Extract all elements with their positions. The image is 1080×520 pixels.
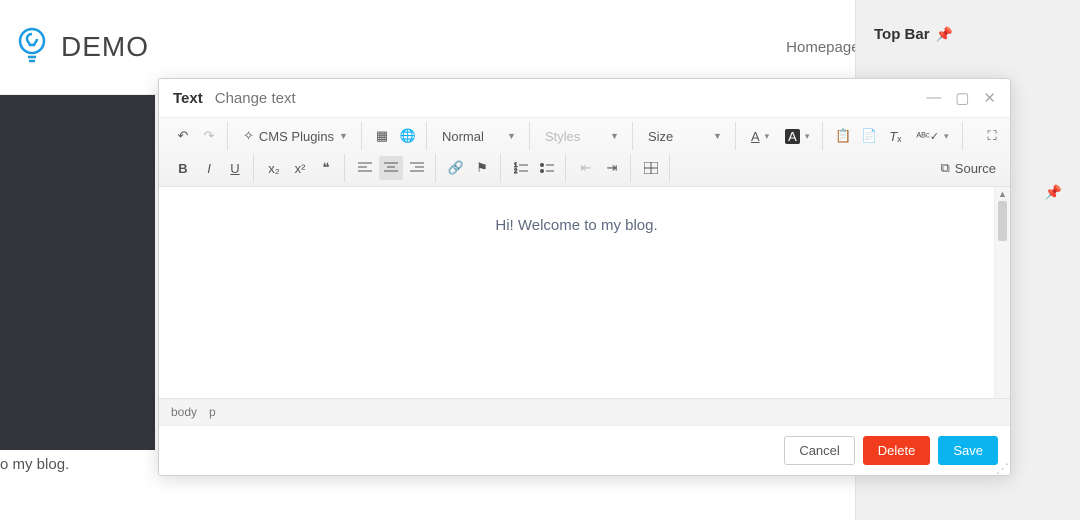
underline-button[interactable]: U <box>223 156 247 180</box>
svg-text:2: 2 <box>514 169 518 174</box>
italic-button[interactable]: I <box>197 156 221 180</box>
cms-plugins-dropdown[interactable]: ✧ CMS Plugins ▼ <box>236 124 355 148</box>
blog-text-snippet: o my blog. <box>0 456 69 473</box>
paste-word-icon[interactable]: 📄 <box>857 124 881 148</box>
scroll-up-icon[interactable]: ▲ <box>995 187 1010 201</box>
element-path: body p <box>159 398 1010 425</box>
save-button[interactable]: Save <box>938 436 998 465</box>
editor-content[interactable]: Hi! Welcome to my blog. <box>159 187 994 398</box>
cancel-button[interactable]: Cancel <box>784 436 854 465</box>
styles-dropdown[interactable]: Styles▼ <box>538 124 626 148</box>
globe-icon[interactable]: 🌐 <box>396 124 420 148</box>
table-icon[interactable] <box>639 156 663 180</box>
spellcheck-dropdown[interactable]: ᴬᴮᶜ✓▾ <box>909 124 955 148</box>
show-blocks-icon[interactable]: ▦ <box>370 124 394 148</box>
brand[interactable]: DEMO <box>15 25 149 69</box>
minimize-icon[interactable]: — <box>926 89 941 107</box>
brand-name: DEMO <box>61 31 149 63</box>
superscript-button[interactable]: x² <box>288 156 312 180</box>
align-center-icon[interactable] <box>379 156 403 180</box>
bold-button[interactable]: B <box>171 156 195 180</box>
pin-icon: 📌 <box>936 26 953 43</box>
editor-paragraph[interactable]: Hi! Welcome to my blog. <box>179 217 974 234</box>
subscript-button[interactable]: x₂ <box>262 156 286 180</box>
blockquote-button[interactable]: ❝ <box>314 156 338 180</box>
path-body[interactable]: body <box>171 405 197 419</box>
vertical-scrollbar[interactable]: ▲ <box>994 187 1010 398</box>
source-icon: ⧉ <box>941 160 950 176</box>
redo-icon: ↷ <box>197 124 221 148</box>
source-button[interactable]: ⧉ Source <box>933 156 1005 180</box>
anchor-icon[interactable]: ⚑ <box>470 156 494 180</box>
align-right-icon[interactable] <box>405 156 429 180</box>
content-dark-band <box>0 95 155 450</box>
format-dropdown[interactable]: Normal▼ <box>435 124 523 148</box>
puzzle-icon: ✧ <box>243 128 254 144</box>
link-icon: 🔗 <box>444 156 468 180</box>
scroll-thumb[interactable] <box>998 201 1007 241</box>
nav-home[interactable]: Homepage <box>786 39 859 56</box>
ordered-list-icon[interactable]: 12 <box>509 156 533 180</box>
fullscreen-icon[interactable]: ⛶ <box>980 124 1004 148</box>
delete-button[interactable]: Delete <box>863 436 931 465</box>
bg-color-dropdown[interactable]: A▾ <box>778 124 816 148</box>
modal-subtitle: Change text <box>215 90 296 107</box>
remove-format-icon[interactable]: Tₓ <box>883 124 907 148</box>
undo-icon[interactable]: ↶ <box>171 124 195 148</box>
text-color-dropdown[interactable]: A▾ <box>744 124 776 148</box>
pin-icon: 📌 <box>1045 184 1062 201</box>
editor-toolbar: ↶ ↷ ✧ CMS Plugins ▼ ▦ 🌐 Normal▼ Styles▼ <box>159 118 1010 187</box>
outdent-icon: ⇤ <box>574 156 598 180</box>
align-left-icon[interactable] <box>353 156 377 180</box>
close-icon[interactable]: ✕ <box>983 89 996 107</box>
editor-modal: Text Change text — ▢ ✕ ↶ ↷ ✧ CMS Plugins… <box>158 78 1011 476</box>
resize-handle-icon[interactable]: ⋰ <box>996 461 1008 473</box>
size-dropdown[interactable]: Size▼ <box>641 124 729 148</box>
modal-footer: Cancel Delete Save ⋰ <box>159 425 1010 475</box>
unordered-list-icon[interactable] <box>535 156 559 180</box>
indent-icon[interactable]: ⇥ <box>600 156 624 180</box>
paste-text-icon[interactable]: 📋 <box>831 124 855 148</box>
modal-titlebar[interactable]: Text Change text — ▢ ✕ <box>159 79 1010 118</box>
sidebar-section-topbar[interactable]: Top Bar 📌 <box>856 0 1080 53</box>
modal-title: Text <box>173 90 203 107</box>
bulb-icon <box>15 25 49 69</box>
path-p[interactable]: p <box>209 405 216 419</box>
maximize-icon[interactable]: ▢ <box>955 89 969 107</box>
